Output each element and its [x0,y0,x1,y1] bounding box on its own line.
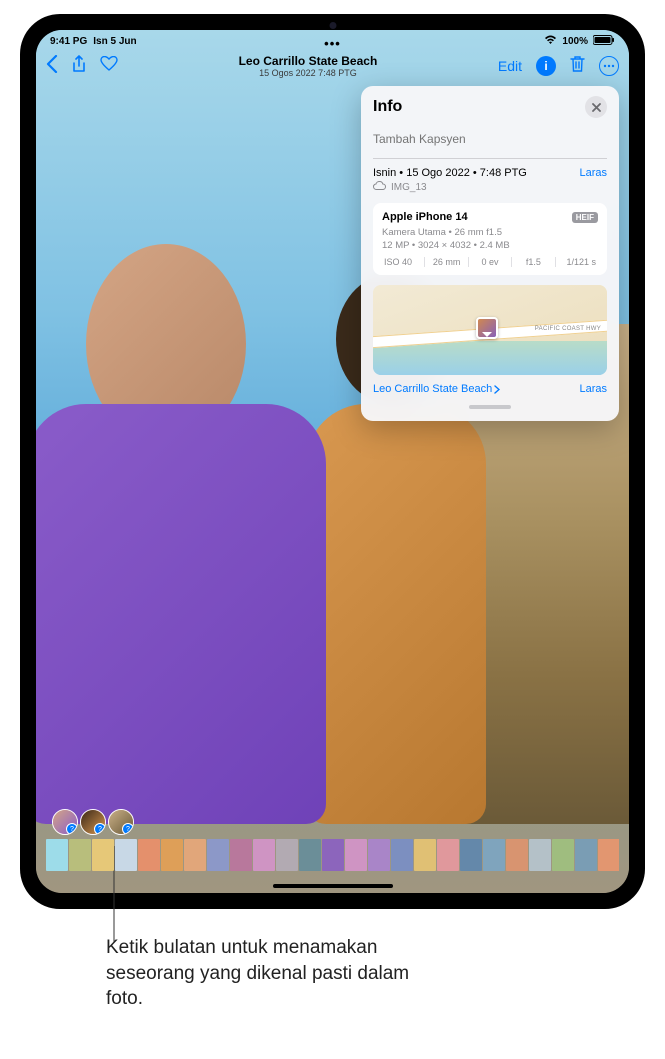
thumbnail[interactable] [115,839,137,871]
thumbnail[interactable] [575,839,597,871]
photo-date-line: Isnin • 15 Ogo 2022 • 7:48 PTG [373,167,527,179]
map-road-label: PACIFIC COAST HWY [535,326,601,332]
resolution-line: 12 MP • 3024 × 4032 • 2.4 MB [382,240,598,251]
wifi-icon [544,35,557,48]
camera-dot [329,22,336,29]
edit-button[interactable]: Edit [498,58,522,74]
device-label: Apple iPhone 14 [382,211,468,223]
more-button[interactable] [599,56,619,76]
map-pin-icon [476,317,498,339]
status-bar: 9:41 PG Isn 5 Jun ••• 100% [36,30,629,48]
thumbnail[interactable] [138,839,160,871]
thumbnail[interactable] [253,839,275,871]
photo-subtitle: 15 Ogos 2022 7:48 PTG [239,68,378,78]
thumbnail[interactable] [506,839,528,871]
close-button[interactable] [585,96,607,118]
thumbnail[interactable] [414,839,436,871]
info-panel-title: Info [373,98,402,116]
caption-input[interactable] [373,126,607,159]
photo-title: Leo Carrillo State Beach [239,54,378,68]
share-button[interactable] [72,55,86,78]
face-chip[interactable] [108,809,134,835]
cloud-icon [373,181,386,193]
status-date: Isn 5 Jun [93,36,136,47]
camera-line: Kamera Utama • 26 mm f1.5 [382,227,598,238]
thumbnail[interactable] [391,839,413,871]
thumbnail[interactable] [529,839,551,871]
info-panel: Info Isnin • 15 Ogo 2022 • 7:48 PTG Lara… [361,86,619,421]
thumbnail[interactable] [276,839,298,871]
battery-pct: 100% [562,36,588,47]
spec-focal: 26 mm [425,257,468,267]
thumbnail[interactable] [437,839,459,871]
info-button[interactable]: i [536,56,556,76]
metadata-card: Apple iPhone 14 HEIF Kamera Utama • 26 m… [373,203,607,275]
thumbnail[interactable] [598,839,619,871]
thumbnail[interactable] [69,839,91,871]
status-time: 9:41 PG [50,36,87,47]
thumbnail-strip[interactable] [46,839,619,871]
face-chip[interactable] [52,809,78,835]
face-chip-strip [52,809,134,835]
location-map[interactable]: PACIFIC COAST HWY [373,285,607,375]
thumbnail[interactable] [184,839,206,871]
spec-iso: ISO 40 [382,257,425,267]
delete-button[interactable] [570,55,585,78]
spec-shutter: 1/121 s [556,257,598,267]
filename-label: IMG_13 [391,182,427,193]
thumbnail[interactable] [207,839,229,871]
adjust-location-button[interactable]: Laras [579,383,607,395]
location-link[interactable]: Leo Carrillo State Beach [373,383,500,395]
thumbnail[interactable] [161,839,183,871]
thumbnail[interactable] [345,839,367,871]
adjust-date-button[interactable]: Laras [579,167,607,179]
face-chip[interactable] [80,809,106,835]
thumbnail[interactable] [368,839,390,871]
thumbnail[interactable] [483,839,505,871]
battery-icon [593,35,615,48]
nav-title-block: Leo Carrillo State Beach 15 Ogos 2022 7:… [239,54,378,78]
home-indicator[interactable] [273,884,393,888]
thumbnail[interactable] [552,839,574,871]
thumbnail[interactable] [46,839,68,871]
favorite-button[interactable] [100,56,118,77]
thumbnail[interactable] [299,839,321,871]
back-button[interactable] [46,55,58,78]
navigation-bar: Leo Carrillo State Beach 15 Ogos 2022 7:… [36,48,629,84]
thumbnail[interactable] [230,839,252,871]
callout-text: Ketik bulatan untuk menamakan seseorang … [106,935,426,1012]
thumbnail[interactable] [322,839,344,871]
thumbnail[interactable] [92,839,114,871]
format-badge: HEIF [572,212,598,223]
ipad-device-frame: 9:41 PG Isn 5 Jun ••• 100% [20,14,645,909]
spec-ev: 0 ev [469,257,512,267]
exif-specs: ISO 40 26 mm 0 ev f1.5 1/121 s [382,257,598,267]
thumbnail[interactable] [460,839,482,871]
panel-drag-handle[interactable] [469,405,511,409]
screen: 9:41 PG Isn 5 Jun ••• 100% [36,30,629,893]
spec-aperture: f1.5 [512,257,555,267]
